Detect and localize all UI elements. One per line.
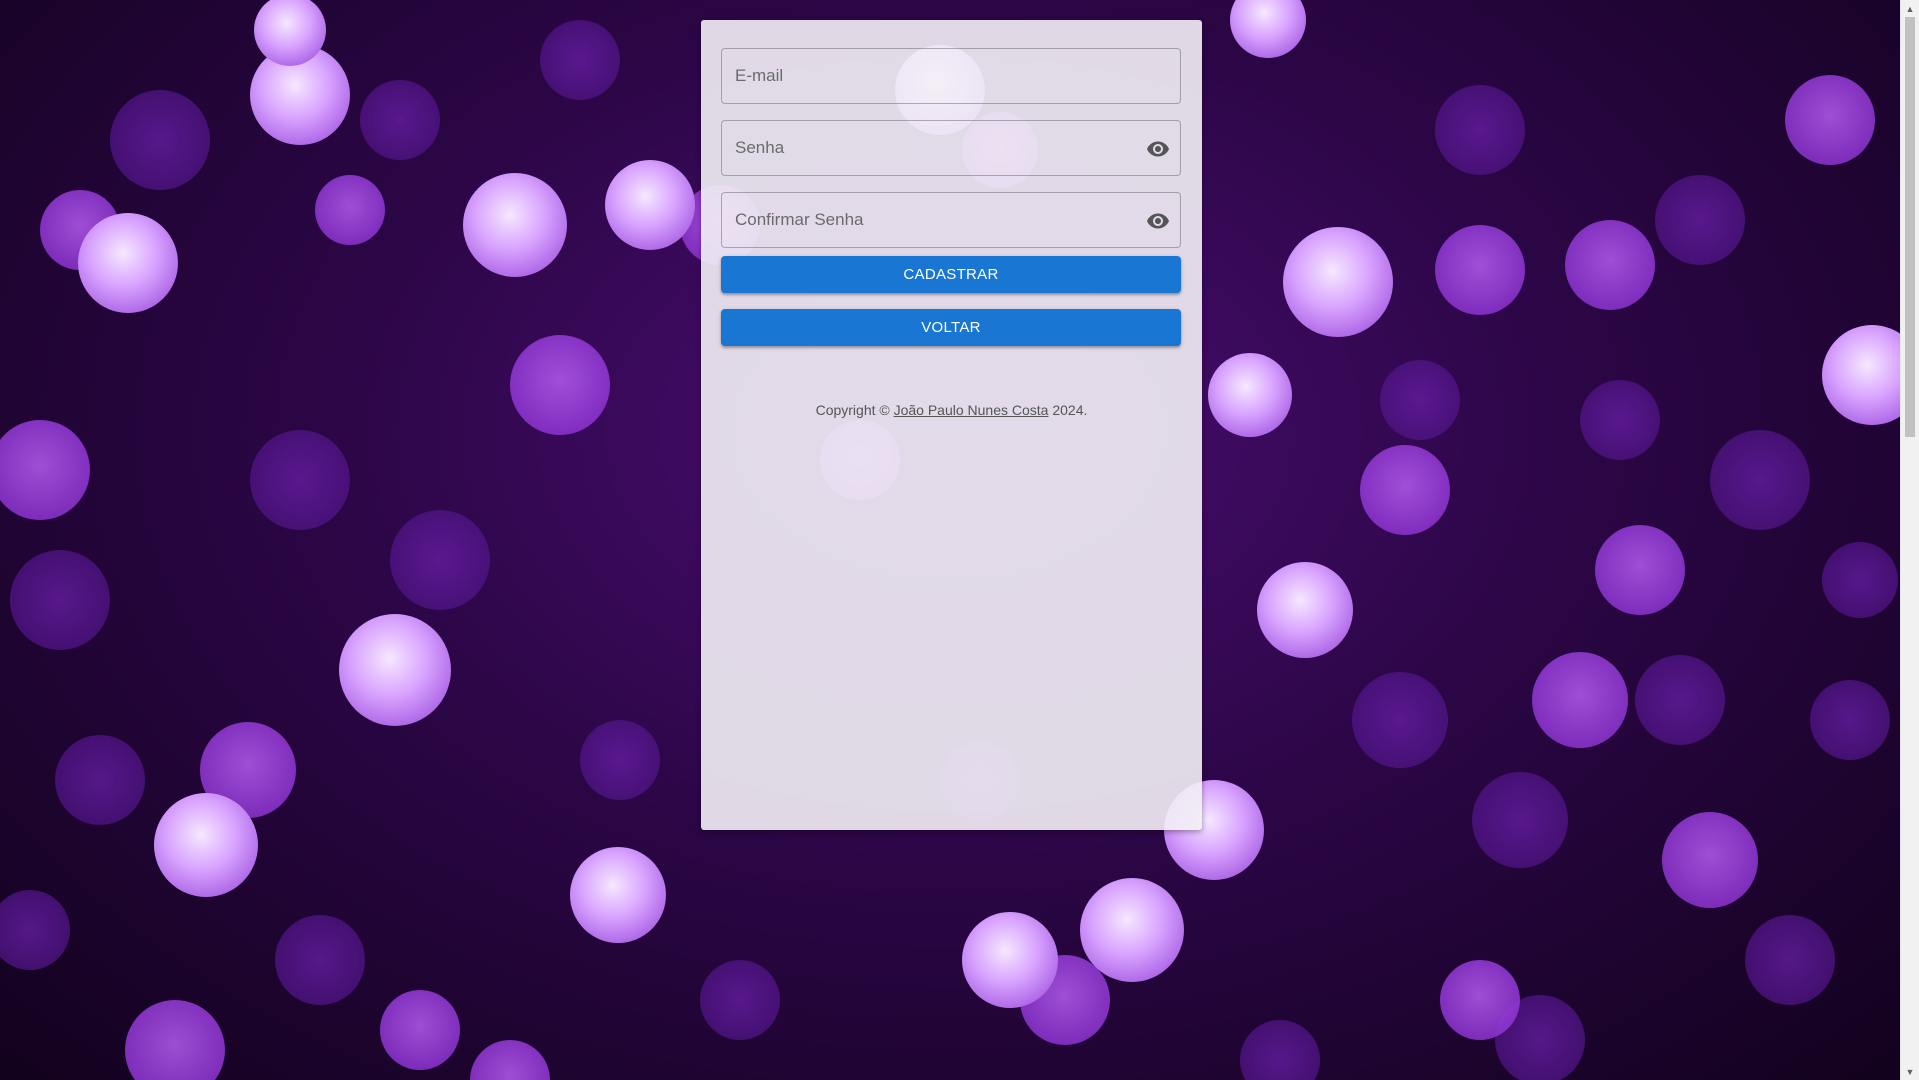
bokeh-light — [125, 1000, 225, 1080]
bokeh-light — [78, 213, 178, 313]
bokeh-light — [470, 1040, 550, 1080]
bokeh-light — [55, 735, 145, 825]
password-input[interactable] — [722, 121, 1180, 175]
eye-icon[interactable] — [1144, 135, 1172, 163]
bokeh-light — [380, 990, 460, 1070]
bokeh-light — [154, 793, 258, 897]
bokeh-light — [570, 847, 666, 943]
bokeh-light — [275, 915, 365, 1005]
bokeh-light — [962, 912, 1058, 1008]
bokeh-light — [1710, 430, 1810, 530]
copyright-footer: Copyright © João Paulo Nunes Costa 2024. — [701, 402, 1202, 418]
bokeh-light — [1580, 380, 1660, 460]
bokeh-light — [1257, 562, 1353, 658]
bokeh-light — [10, 550, 110, 650]
bokeh-light — [1635, 655, 1725, 745]
bokeh-light — [1822, 325, 1900, 425]
password-field-wrapper — [721, 120, 1181, 176]
bokeh-light — [1745, 915, 1835, 1005]
bokeh-light — [1785, 75, 1875, 165]
email-field-wrapper — [721, 48, 1181, 104]
back-button[interactable]: VOLTAR — [721, 309, 1181, 346]
bokeh-light — [339, 614, 451, 726]
bokeh-light — [700, 960, 780, 1040]
register-button[interactable]: CADASTRAR — [721, 256, 1181, 293]
bokeh-light — [1565, 220, 1655, 310]
register-card: CADASTRAR VOLTAR Copyright © João Paulo … — [701, 20, 1202, 830]
bokeh-light — [580, 720, 660, 800]
bokeh-light — [605, 160, 695, 250]
copyright-year: 2024. — [1052, 402, 1088, 418]
bokeh-light — [1662, 812, 1758, 908]
bokeh-light — [250, 430, 350, 530]
bokeh-light — [1380, 360, 1460, 440]
vertical-scrollbar[interactable]: ▲ ▼ — [1900, 0, 1919, 1080]
bokeh-light — [1655, 175, 1745, 265]
bokeh-light — [0, 420, 90, 520]
bokeh-light — [1208, 353, 1292, 437]
bokeh-light — [1810, 680, 1890, 760]
bokeh-light — [1440, 960, 1520, 1040]
bokeh-light — [1595, 525, 1685, 615]
bokeh-light — [1230, 0, 1306, 58]
bokeh-light — [1352, 672, 1448, 768]
bokeh-light — [1080, 878, 1184, 982]
bokeh-light — [1240, 1020, 1320, 1080]
bokeh-light — [463, 173, 567, 277]
bokeh-light — [1822, 542, 1898, 618]
scroll-thumb[interactable] — [1905, 17, 1915, 437]
bokeh-light — [540, 20, 620, 100]
confirm-password-field-wrapper — [721, 192, 1181, 248]
copyright-prefix: Copyright © — [815, 402, 890, 418]
bokeh-light — [0, 890, 70, 970]
bokeh-light — [1283, 227, 1393, 337]
bokeh-light — [1532, 652, 1628, 748]
bokeh-light — [315, 175, 385, 245]
author-link[interactable]: João Paulo Nunes Costa — [894, 402, 1049, 418]
eye-icon[interactable] — [1144, 207, 1172, 235]
bokeh-light — [110, 90, 210, 190]
bokeh-light — [360, 80, 440, 160]
bokeh-light — [1435, 85, 1525, 175]
scroll-down-arrow-icon[interactable]: ▼ — [1901, 1063, 1919, 1080]
email-input[interactable] — [722, 49, 1180, 103]
bokeh-light — [1435, 225, 1525, 315]
scroll-up-arrow-icon[interactable]: ▲ — [1901, 0, 1919, 17]
bokeh-light — [510, 335, 610, 435]
confirm-password-input[interactable] — [722, 193, 1180, 247]
bokeh-light — [390, 510, 490, 610]
bokeh-light — [1472, 772, 1568, 868]
bokeh-light — [1360, 445, 1450, 535]
